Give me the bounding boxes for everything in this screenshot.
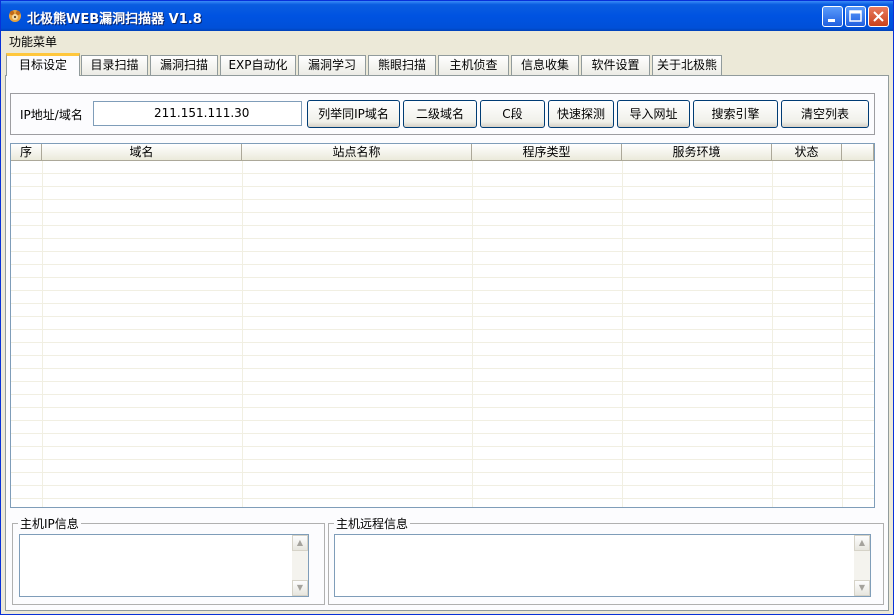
scroll-up-icon[interactable]: ▲ — [292, 535, 308, 551]
tab-directory-scan[interactable]: 目录扫描 — [81, 55, 148, 75]
ip-domain-input[interactable]: 211.151.111.30 — [93, 101, 302, 126]
scroll-down-icon[interactable]: ▼ — [854, 580, 870, 596]
grid-divider — [842, 161, 843, 507]
column-header-index[interactable]: 序 — [11, 144, 42, 161]
column-header-filler — [842, 144, 874, 161]
tab-vuln-scan[interactable]: 漏洞扫描 — [150, 55, 218, 75]
column-header-server-env[interactable]: 服务环境 — [622, 144, 772, 161]
grid-divider — [42, 161, 43, 507]
list-same-ip-domains-button[interactable]: 列举同IP域名 — [307, 100, 400, 128]
tab-software-settings[interactable]: 软件设置 — [581, 55, 650, 75]
quick-probe-button[interactable]: 快速探测 — [548, 100, 614, 128]
scrollbar[interactable]: ▲ ▼ — [854, 535, 870, 596]
import-url-button[interactable]: 导入网址 — [617, 100, 690, 128]
grid-body — [11, 161, 874, 507]
tab-host-recon[interactable]: 主机侦查 — [438, 55, 509, 75]
minimize-icon — [828, 19, 835, 22]
scroll-down-icon[interactable]: ▼ — [292, 580, 308, 596]
tab-vuln-learning[interactable]: 漏洞学习 — [298, 55, 366, 75]
scrollbar[interactable]: ▲ ▼ — [292, 535, 308, 596]
menu-bar: 功能菜单 — [1, 31, 893, 50]
search-engine-button[interactable]: 搜索引擎 — [693, 100, 778, 128]
host-remote-info-textarea[interactable]: ▲ ▼ — [334, 534, 871, 597]
tab-exp-auto[interactable]: EXP自动化 — [220, 55, 296, 75]
bear-app-icon — [9, 10, 21, 22]
column-header-domain[interactable]: 域名 — [42, 144, 242, 161]
grid-divider — [242, 161, 243, 507]
host-remote-info-label: 主机远程信息 — [334, 515, 411, 532]
column-header-status[interactable]: 状态 — [772, 144, 842, 161]
menu-function[interactable]: 功能菜单 — [9, 33, 57, 50]
host-ip-info-label: 主机IP信息 — [18, 515, 81, 532]
host-ip-info-textarea[interactable]: ▲ ▼ — [19, 534, 309, 597]
subdomain-button[interactable]: 二级域名 — [403, 100, 477, 128]
maximize-icon — [849, 10, 862, 22]
tab-strip: 目标设定 目录扫描 漏洞扫描 EXP自动化 漏洞学习 熊眼扫描 主机侦查 信息收… — [1, 53, 893, 76]
tab-bear-eye-scan[interactable]: 熊眼扫描 — [368, 55, 436, 75]
close-icon — [873, 11, 884, 22]
column-header-program-type[interactable]: 程序类型 — [472, 144, 622, 161]
title-bar[interactable]: 北极熊WEB漏洞扫描器 V1.8 — [1, 1, 893, 31]
tab-about[interactable]: 关于北极熊 — [652, 55, 722, 75]
ip-domain-label: IP地址/域名 — [20, 108, 83, 122]
grid-header: 序 域名 站点名称 程序类型 服务环境 状态 — [11, 144, 874, 161]
grid-divider — [772, 161, 773, 507]
tab-target-settings[interactable]: 目标设定 — [6, 53, 80, 76]
c-segment-button[interactable]: C段 — [480, 100, 545, 128]
close-button[interactable] — [868, 6, 889, 27]
maximize-button[interactable] — [845, 6, 866, 27]
tab-info-collect[interactable]: 信息收集 — [511, 55, 579, 75]
main-window: 北极熊WEB漏洞扫描器 V1.8 功能菜单 目标设定 目录扫描 漏洞扫描 EXP… — [0, 0, 894, 615]
minimize-button[interactable] — [822, 6, 843, 27]
window-title: 北极熊WEB漏洞扫描器 V1.8 — [27, 12, 202, 27]
grid-divider — [622, 161, 623, 507]
column-header-site-name[interactable]: 站点名称 — [242, 144, 472, 161]
results-grid[interactable]: 序 域名 站点名称 程序类型 服务环境 状态 — [10, 143, 875, 508]
clear-list-button[interactable]: 清空列表 — [781, 100, 869, 128]
grid-divider — [472, 161, 473, 507]
scroll-up-icon[interactable]: ▲ — [854, 535, 870, 551]
